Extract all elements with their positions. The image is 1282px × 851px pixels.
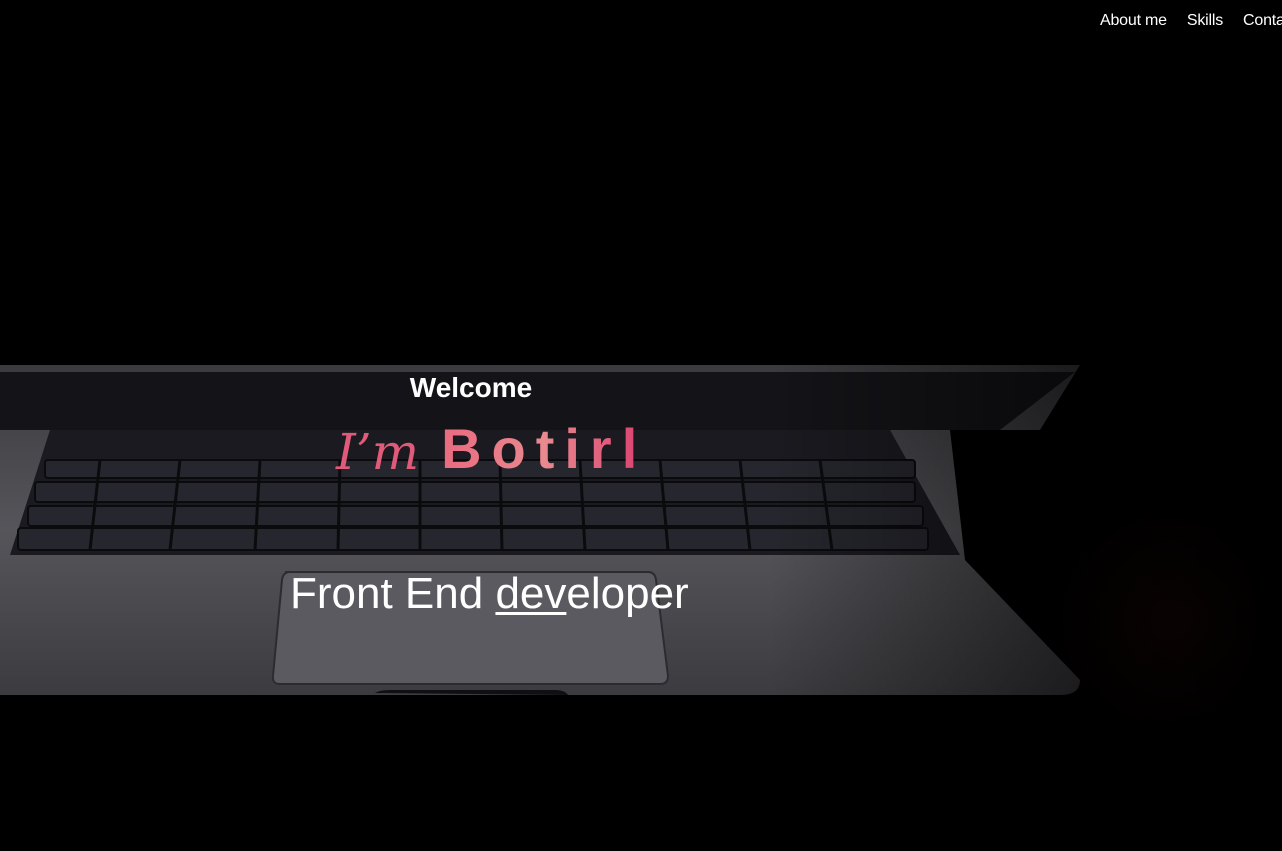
top-nav: About me Skills Conta (1100, 12, 1282, 30)
nav-link-contact[interactable]: Conta (1243, 12, 1282, 30)
name-heading: I’m Botirl (336, 415, 648, 481)
welcome-heading: Welcome (409, 372, 533, 403)
role-prefix: Front End (290, 569, 496, 618)
nav-link-about-me[interactable]: About me (1100, 12, 1167, 30)
name-text: Botirl (441, 417, 648, 480)
hero-section: About me Skills Conta Welcome I’m Botirl… (0, 0, 1282, 851)
role-title: Front End developer (290, 569, 689, 618)
role-suffix: eloper (566, 569, 689, 618)
role-underlined: dev (495, 569, 567, 618)
nav-link-skills[interactable]: Skills (1187, 12, 1223, 30)
im-text: I’m (336, 423, 420, 481)
